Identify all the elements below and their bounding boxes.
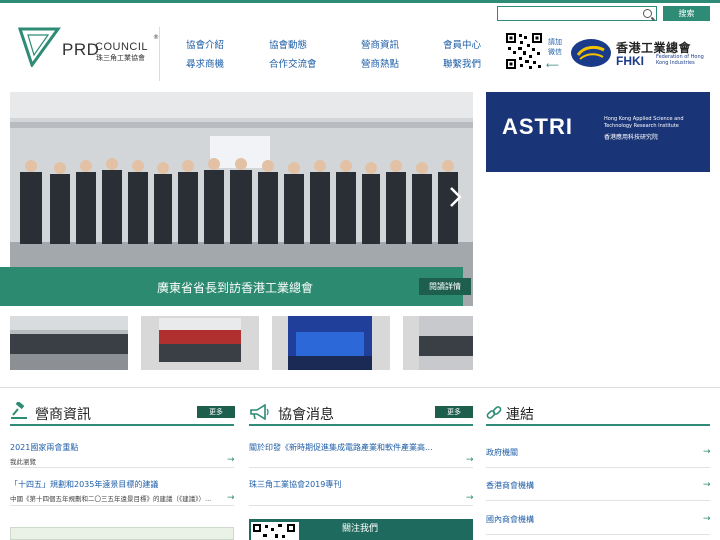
wechat-follow-label: 關注我們 <box>342 524 379 534</box>
logo-prd-text: PRD <box>62 40 100 59</box>
read-more-button[interactable]: 閱讀詳情 <box>419 278 471 295</box>
nav-activities[interactable]: 協會動態 <box>269 37 307 51</box>
promo-banner[interactable] <box>10 527 234 540</box>
arrow-right-icon[interactable]: → <box>227 455 235 465</box>
news-item-title[interactable]: 珠三角工業協會2019專刊 <box>249 479 341 490</box>
thumbnail[interactable] <box>10 316 128 370</box>
arrow-right-icon[interactable]: → <box>703 480 711 490</box>
association-news-title: 協會消息 <box>278 407 334 423</box>
link-mainland-chambers[interactable]: 國內商會機構 <box>486 514 534 525</box>
row-divider <box>10 505 234 506</box>
arrow-right-icon[interactable]: → <box>703 447 711 457</box>
main-nav: 協會介紹 協會動態 營商資訊 會員中心 尋求商機 合作交流會 營商熱點 聯繫我們 <box>186 37 486 71</box>
chevron-right-icon[interactable] <box>447 186 463 208</box>
link-hk-chambers[interactable]: 香港商會機構 <box>486 480 534 491</box>
logo-council-text: COUNCIL <box>95 41 149 53</box>
search-box[interactable] <box>497 6 657 27</box>
ad-subtitle-cn: 香港應用科技研究院 <box>604 134 659 141</box>
gavel-icon <box>11 402 27 419</box>
thumbnail[interactable] <box>403 316 473 370</box>
search-button[interactable]: 搜索 <box>663 6 710 21</box>
prd-council-logo[interactable]: PRD COUNCIL ® 珠三角工業協會 <box>10 27 160 81</box>
business-item-summary: 中國《第十四個五年規劃和二〇三五年遠景目標》的建議（《建議》）... <box>10 495 212 503</box>
ad-subtitle-en: Hong Kong Applied Science and Technology… <box>604 116 684 129</box>
fhki-name-en: FHKI <box>616 54 644 68</box>
nav-hot-topics[interactable]: 營商熱點 <box>361 56 399 70</box>
qr-label: 請加微信 <box>548 38 562 56</box>
arrow-right-icon[interactable]: → <box>703 514 711 524</box>
thumbnail[interactable] <box>272 316 390 370</box>
arrow-left-icon: ⟵ <box>546 61 559 71</box>
search-row: 搜索 <box>497 6 710 27</box>
business-item-title[interactable]: 「十四五」規劃和2035年遠景目標的建議 <box>10 479 158 490</box>
row-divider <box>249 505 473 506</box>
news-section-rule <box>249 424 473 426</box>
business-more-button[interactable]: 更多 <box>197 406 235 418</box>
business-item-title[interactable]: 2021國家兩會重點 <box>10 442 78 453</box>
fhki-name-en-full: Federation of Hong Kong Industries <box>656 54 704 66</box>
nav-exchange[interactable]: 合作交流會 <box>269 56 317 70</box>
nav-about[interactable]: 協會介紹 <box>186 37 224 51</box>
nav-member-center[interactable]: 會員中心 <box>443 37 481 51</box>
news-item-title[interactable]: 關於印發《新時期促進集成電路產業和軟件產業高... <box>249 442 433 453</box>
ad-title: ASTRI <box>502 114 573 139</box>
thumbnail[interactable] <box>141 316 259 370</box>
link-government[interactable]: 政府機關 <box>486 447 518 458</box>
row-divider <box>486 467 710 468</box>
fhki-logo-icon[interactable] <box>570 38 612 68</box>
carousel-thumbnails <box>10 316 473 370</box>
logo-subtitle: 珠三角工業協會 <box>96 54 145 62</box>
nav-business-info[interactable]: 營商資訊 <box>361 37 399 51</box>
astri-ad-banner[interactable]: ASTRI Hong Kong Applied Science and Tech… <box>486 92 710 172</box>
business-section-rule <box>10 424 234 426</box>
row-divider <box>486 500 710 501</box>
nav-opportunities[interactable]: 尋求商機 <box>186 56 224 70</box>
links-title: 連結 <box>506 407 534 423</box>
arrow-right-icon[interactable]: → <box>227 493 235 503</box>
links-section-rule <box>486 424 710 426</box>
news-more-button[interactable]: 更多 <box>435 406 473 418</box>
arrow-right-icon[interactable]: → <box>466 455 474 465</box>
search-icon[interactable] <box>643 9 652 18</box>
row-divider <box>486 534 710 535</box>
link-icon <box>486 406 502 419</box>
logo-registered-mark: ® <box>153 34 159 41</box>
megaphone-icon <box>250 404 269 420</box>
site-header: PRD COUNCIL ® 珠三角工業協會 協會介紹 協會動態 營商資訊 會員中… <box>0 23 720 81</box>
wechat-qr-code <box>505 32 543 70</box>
qr-code-icon <box>251 522 299 540</box>
arrow-right-icon[interactable]: → <box>466 493 474 503</box>
business-info-title: 營商資訊 <box>35 407 91 423</box>
section-divider <box>0 387 720 388</box>
top-accent-rule <box>0 0 720 3</box>
prd-logo-mark-icon <box>18 27 61 67</box>
nav-contact[interactable]: 聯繫我們 <box>443 56 481 70</box>
hero-caption[interactable]: 廣東省省長到訪香港工業總會 <box>157 279 313 296</box>
business-item-summary: 我此瀏覽 <box>10 458 36 466</box>
row-divider <box>249 467 473 468</box>
row-divider <box>10 467 234 468</box>
